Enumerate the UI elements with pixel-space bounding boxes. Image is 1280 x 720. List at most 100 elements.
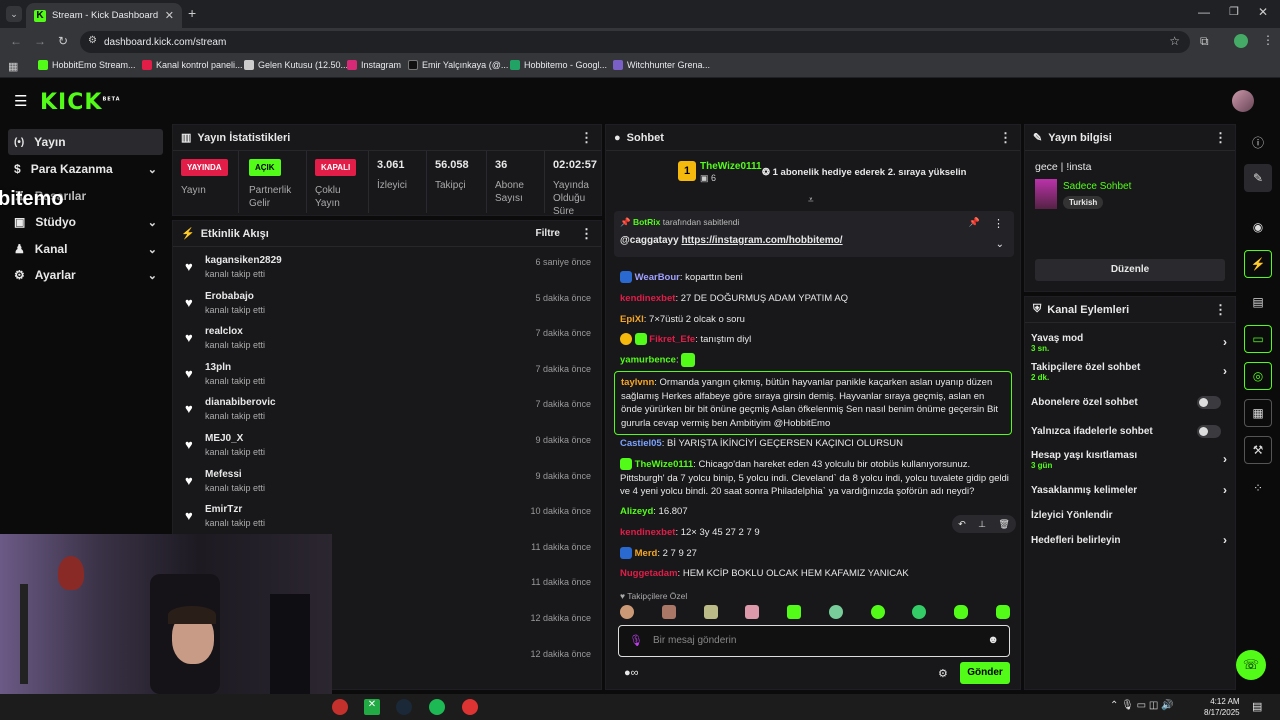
chevron-down-icon[interactable]: ⌄ bbox=[996, 239, 1004, 250]
hamburger-menu-icon[interactable]: ☰ bbox=[14, 92, 27, 110]
browser-tab[interactable]: K Stream - Kick Dashboard ✕ bbox=[26, 3, 182, 28]
points-icon[interactable]: ●∞ bbox=[624, 667, 639, 679]
bookmark-item[interactable]: Instagram bbox=[347, 60, 401, 70]
back-icon[interactable]: ← bbox=[10, 34, 22, 48]
activity-username[interactable]: Mefessi bbox=[205, 469, 242, 480]
emote-icon[interactable] bbox=[703, 605, 718, 619]
more-options-icon[interactable]: ⋮ bbox=[580, 226, 593, 242]
action-followers-only[interactable]: Takipçilere özel sohbet 2 dk. › bbox=[1031, 362, 1231, 382]
site-info-icon[interactable]: ⚙ bbox=[88, 35, 97, 46]
nav-item-para-kazanma[interactable]: $ Para Kazanma ⌄ bbox=[8, 156, 163, 182]
emote-icon[interactable] bbox=[912, 605, 927, 619]
emote-icon[interactable] bbox=[661, 605, 676, 619]
layout-icon[interactable]: ▦ bbox=[1244, 399, 1272, 427]
action-account-age[interactable]: Hesap yaşı kısıtlaması 3 gün › bbox=[1031, 450, 1231, 470]
activity-username[interactable]: realclox bbox=[205, 326, 243, 337]
bookmark-item[interactable]: Emir Yalçınkaya (@... bbox=[408, 60, 508, 70]
gift-leader-name[interactable]: TheWize0111 bbox=[700, 161, 762, 172]
reply-icon[interactable]: ↶ bbox=[958, 519, 966, 530]
action-slow-mode[interactable]: Yavaş mod 3 sn. › bbox=[1031, 333, 1231, 353]
extensions-icon[interactable]: ⧉ bbox=[1200, 34, 1209, 49]
apps-grid-icon[interactable]: ▦ bbox=[8, 60, 18, 73]
nav-item-studyo[interactable]: ▣ Stüdyo ⌄ bbox=[8, 209, 163, 235]
action-emotes-only[interactable]: Yalnızca ifadelerle sohbet bbox=[1031, 425, 1231, 438]
chat-icon[interactable]: ▭ bbox=[1244, 325, 1272, 353]
activity-username[interactable]: kagansiken2829 bbox=[205, 255, 282, 266]
microphone-icon[interactable]: 🎙 bbox=[629, 634, 643, 647]
bookmark-item[interactable]: Witchhunter Grena... bbox=[613, 60, 710, 70]
action-host[interactable]: İzleyici Yönlendir bbox=[1031, 510, 1231, 521]
more-options-icon[interactable]: ⋮ bbox=[1214, 130, 1227, 146]
bookmark-item[interactable]: Hobbitemo - Googl... bbox=[510, 60, 607, 70]
bookmark-star-icon[interactable]: ☆ bbox=[1169, 34, 1180, 48]
document-icon[interactable]: ▤ bbox=[1244, 288, 1272, 316]
nav-item-kanal[interactable]: ♟ Kanal ⌄ bbox=[8, 236, 163, 262]
filter-button[interactable]: Filtre bbox=[536, 228, 560, 239]
spotify-icon[interactable] bbox=[429, 699, 445, 715]
user-avatar[interactable] bbox=[1232, 90, 1254, 112]
toggle-switch[interactable] bbox=[1197, 396, 1221, 409]
xbox-app-icon[interactable]: ✕ bbox=[364, 699, 380, 715]
category-name[interactable]: Sadece Sohbet bbox=[1063, 181, 1131, 192]
kick-logo[interactable]: KICKBETA bbox=[40, 90, 121, 115]
emote-icon[interactable] bbox=[828, 605, 843, 619]
reload-icon[interactable]: ↻ bbox=[58, 34, 68, 48]
minimize-icon[interactable]: — bbox=[1198, 5, 1210, 19]
apps-icon[interactable]: ⁘ bbox=[1244, 474, 1272, 502]
send-button[interactable]: Gönder bbox=[960, 662, 1010, 684]
more-options-icon[interactable]: ⋮ bbox=[580, 130, 593, 146]
toggle-switch[interactable] bbox=[1197, 425, 1221, 438]
emote-icon[interactable] bbox=[787, 605, 802, 619]
bookmark-item[interactable]: HobbitEmo Stream... bbox=[38, 60, 136, 70]
unpin-icon[interactable]: 📌 bbox=[969, 217, 980, 228]
collapse-icon[interactable]: ⩡ bbox=[808, 195, 814, 206]
bolt-icon[interactable]: ⚡ bbox=[1244, 250, 1272, 278]
emote-icon[interactable] bbox=[995, 605, 1010, 619]
browser-menu-icon[interactable]: ⋮ bbox=[1262, 33, 1274, 47]
emote-icon[interactable] bbox=[620, 605, 634, 619]
tab-search-icon[interactable]: ⌄ bbox=[6, 6, 22, 22]
tab-close-icon[interactable]: ✕ bbox=[165, 9, 174, 22]
obs-icon[interactable] bbox=[462, 699, 478, 715]
profile-avatar[interactable] bbox=[1234, 34, 1248, 48]
edit-button[interactable]: Düzenle bbox=[1035, 259, 1225, 281]
wrench-icon[interactable]: ⚒ bbox=[1244, 436, 1272, 464]
info-icon[interactable]: ⓘ bbox=[1244, 128, 1272, 156]
nav-item-yayin[interactable]: (•) Yayın bbox=[8, 129, 163, 155]
chat-scrollbar[interactable] bbox=[1020, 563, 1021, 581]
support-chat-icon[interactable]: ☏ bbox=[1236, 650, 1266, 680]
bookmark-item[interactable]: Gelen Kutusu (12.50... bbox=[244, 60, 348, 70]
clock[interactable]: 4:12 AM 8/17/2025 bbox=[1204, 696, 1240, 718]
capture-icon[interactable]: ◉ bbox=[1244, 213, 1272, 241]
emote-icon[interactable] bbox=[745, 605, 760, 619]
activity-username[interactable]: Erobabajo bbox=[205, 291, 254, 302]
activity-username[interactable]: 13pln bbox=[205, 362, 231, 373]
more-options-icon[interactable]: ⋮ bbox=[1214, 302, 1227, 318]
pinned-link[interactable]: https://instagram.com/hobbitemo/ bbox=[681, 235, 842, 246]
emoji-icon[interactable]: ☻ bbox=[987, 634, 999, 646]
pin-icon[interactable]: ⊥ bbox=[978, 519, 986, 530]
emote-icon[interactable] bbox=[954, 605, 969, 619]
chat-input[interactable]: 🎙 Bir mesaj gönderin ☻ bbox=[618, 625, 1010, 657]
bookmark-item[interactable]: Kanal kontrol paneli... bbox=[142, 60, 243, 70]
restore-icon[interactable]: ❐ bbox=[1229, 5, 1239, 18]
steam-icon[interactable] bbox=[396, 699, 412, 715]
activity-username[interactable]: MEJ0_X bbox=[205, 433, 243, 444]
delete-icon[interactable]: 🗑 bbox=[998, 519, 1009, 530]
action-subscribers-only[interactable]: Abonelere özel sohbet bbox=[1031, 396, 1231, 409]
nav-item-ayarlar[interactable]: ⚙ Ayarlar ⌄ bbox=[8, 262, 163, 288]
notification-icon[interactable]: ▤ bbox=[1252, 700, 1262, 713]
activity-username[interactable]: dianabiberovic bbox=[205, 397, 276, 408]
more-options-icon[interactable]: ⋮ bbox=[993, 217, 1004, 230]
action-goals[interactable]: Hedefleri belirleyin › bbox=[1031, 533, 1231, 547]
window-close-icon[interactable]: ✕ bbox=[1258, 5, 1268, 19]
new-tab-icon[interactable]: + bbox=[188, 5, 196, 21]
edit-icon[interactable]: ✎ bbox=[1244, 164, 1272, 192]
chat-settings-icon[interactable]: ⚙ bbox=[938, 667, 948, 680]
activity-username[interactable]: EmirTzr bbox=[205, 504, 242, 515]
forward-icon[interactable]: → bbox=[34, 34, 46, 48]
tray-icons[interactable]: ⌃ 🎙 ▭ ◫ 🔊 bbox=[1110, 700, 1174, 711]
emote-icon[interactable] bbox=[870, 605, 885, 619]
broadcast-icon[interactable]: ◎ bbox=[1244, 362, 1272, 390]
more-options-icon[interactable]: ⋮ bbox=[999, 130, 1012, 146]
